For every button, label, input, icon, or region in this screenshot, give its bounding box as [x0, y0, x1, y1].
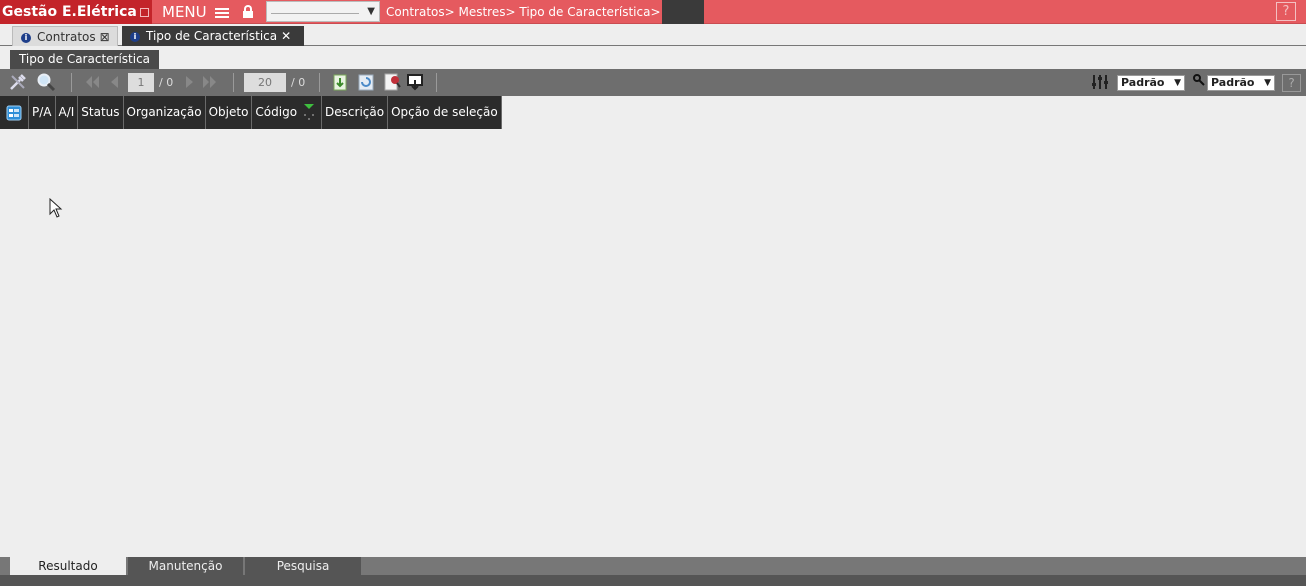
- top-bar: Gestão E.Elétrica MENU ▼ Contratos> Mest…: [0, 0, 1306, 24]
- tab-label: Contratos: [37, 30, 96, 44]
- rows-per-page-input[interactable]: 20: [244, 73, 286, 92]
- filter-select[interactable]: Padrão ▼: [1207, 75, 1275, 91]
- lock-icon[interactable]: [240, 4, 258, 20]
- column-codigo[interactable]: Código: [252, 96, 323, 129]
- help-button[interactable]: ?: [1276, 2, 1296, 21]
- tabs-row: i Contratos ⊠ i Tipo de Característica ✕: [0, 24, 1306, 46]
- hamburger-icon: [215, 6, 230, 20]
- tab-pesquisa[interactable]: Pesquisa: [245, 557, 361, 575]
- column-opcao-de-selecao[interactable]: Opção de seleção: [388, 96, 502, 129]
- last-page-icon[interactable]: [200, 72, 220, 92]
- tab-resultado[interactable]: Resultado: [10, 557, 126, 575]
- close-icon[interactable]: ⊠: [100, 27, 110, 47]
- refresh-icon[interactable]: [356, 72, 376, 92]
- toolbar-divider: [71, 73, 72, 92]
- tab-label: Tipo de Característica: [146, 29, 278, 43]
- rows-total: / 0: [291, 76, 306, 89]
- help-button[interactable]: ?: [1282, 74, 1301, 92]
- view-select-value: Padrão: [1121, 76, 1165, 89]
- toolbar-divider: [233, 73, 234, 92]
- tab-tipo-de-caracteristica[interactable]: i Tipo de Característica ✕: [122, 26, 304, 46]
- column-settings-icon[interactable]: [1090, 72, 1110, 92]
- app-title-text: Gestão E.Elétrica: [2, 4, 137, 20]
- toolbar-divider: [319, 73, 320, 92]
- column-status[interactable]: Status: [78, 96, 124, 129]
- page-number-input[interactable]: 1: [128, 73, 154, 92]
- previous-page-icon[interactable]: [104, 72, 124, 92]
- key-icon: [1193, 72, 1205, 92]
- sort-icon: [304, 104, 315, 120]
- status-strip: [0, 575, 1306, 586]
- toolbar-divider: [436, 73, 437, 92]
- sub-tab-tipo-de-caracteristica[interactable]: Tipo de Característica: [10, 50, 159, 69]
- filter-select-value: Padrão: [1211, 76, 1255, 89]
- column-organizacao[interactable]: Organização: [124, 96, 206, 129]
- tab-contratos[interactable]: i Contratos ⊠: [12, 26, 118, 46]
- close-icon[interactable]: ✕: [281, 26, 291, 46]
- tab-manutencao[interactable]: Manutenção: [128, 557, 243, 575]
- next-page-icon[interactable]: [180, 72, 200, 92]
- toolbar: 1 / 0 20 / 0 Padrão ▼ Padrão ▼ ?: [0, 69, 1306, 96]
- column-descricao[interactable]: Descrição: [322, 96, 389, 129]
- chevron-down-icon: ▼: [1264, 78, 1271, 88]
- page-total: / 0: [159, 76, 174, 89]
- info-icon: i: [130, 31, 140, 42]
- chevron-down-icon: ▼: [1174, 78, 1181, 88]
- mouse-pointer-icon: [49, 198, 63, 218]
- app-title: Gestão E.Elétrica: [0, 0, 152, 24]
- first-page-icon[interactable]: [82, 72, 102, 92]
- column-a-i[interactable]: A/I: [56, 96, 79, 129]
- grid-header: P/A A/I Status Organização Objeto Código…: [0, 96, 502, 129]
- breadcrumb[interactable]: Contratos> Mestres> Tipo de Característi…: [386, 0, 661, 24]
- breadcrumb-end-block: [662, 0, 704, 24]
- report-icon[interactable]: [382, 72, 402, 92]
- column-p-a[interactable]: P/A: [29, 96, 56, 129]
- module-select[interactable]: ▼: [266, 1, 380, 22]
- download-icon[interactable]: [405, 72, 425, 92]
- chevron-down-icon: ▼: [367, 6, 375, 17]
- export-icon[interactable]: [330, 72, 350, 92]
- tools-icon[interactable]: [8, 72, 28, 92]
- grid-options-icon[interactable]: [0, 96, 29, 129]
- menu-button[interactable]: MENU: [154, 0, 236, 24]
- bottom-bar: Resultado Manutenção Pesquisa: [0, 557, 1306, 586]
- search-icon[interactable]: [36, 72, 56, 92]
- window-box-icon[interactable]: [140, 8, 149, 17]
- view-select[interactable]: Padrão ▼: [1117, 75, 1185, 91]
- menu-label: MENU: [162, 3, 207, 21]
- info-icon: i: [21, 32, 31, 43]
- column-objeto[interactable]: Objeto: [206, 96, 253, 129]
- column-codigo-label: Código: [255, 105, 298, 119]
